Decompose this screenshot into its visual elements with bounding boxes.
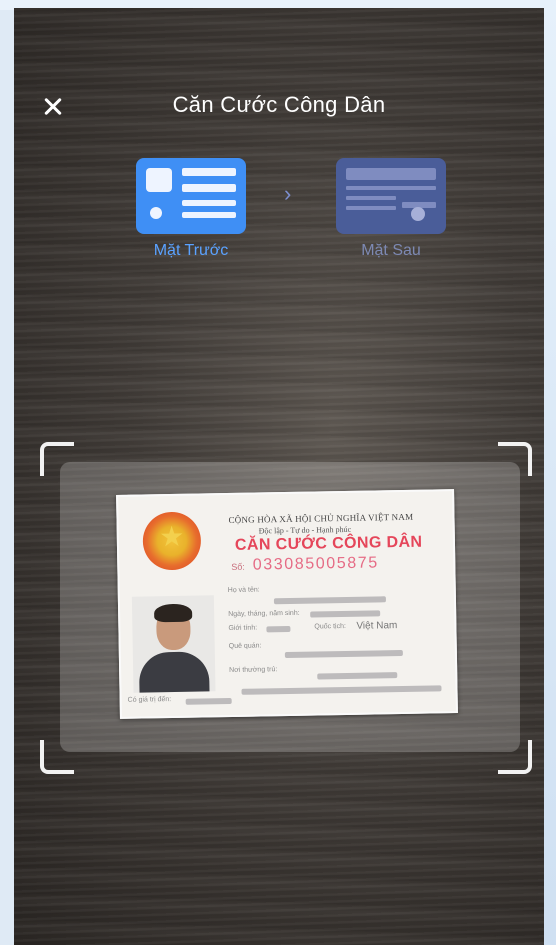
step-front[interactable]: Mặt Trước bbox=[136, 158, 246, 260]
id-card-front-icon bbox=[136, 158, 246, 234]
field-dob-label: Ngày, tháng, năm sinh: bbox=[228, 609, 300, 619]
redacted-sex bbox=[266, 625, 291, 633]
card-header-line1: CỘNG HÒA XÃ HỘI CHỦ NGHĨA VIỆT NAM bbox=[228, 511, 414, 526]
page-title: Căn Cước Công Dân bbox=[172, 92, 386, 117]
scan-corner-top-left bbox=[40, 442, 74, 476]
camera-viewfinder: Căn Cước Công Dân Mặt Trước › Mặt Sau ★ … bbox=[14, 8, 544, 945]
redacted-residence-1 bbox=[317, 672, 398, 680]
step-back-label: Mặt Sau bbox=[361, 242, 421, 259]
scan-corner-bottom-left bbox=[40, 740, 74, 774]
field-sex-label: Giới tính: bbox=[228, 624, 258, 633]
card-number-label: Số: bbox=[231, 561, 245, 572]
redacted-expiry bbox=[185, 697, 232, 705]
card-number-row: Số: 033085005875 bbox=[231, 554, 379, 575]
redacted-dob bbox=[310, 610, 381, 618]
id-card-back-icon bbox=[336, 158, 446, 234]
field-residence-label: Nơi thường trú: bbox=[229, 666, 278, 675]
chevron-right-icon: › bbox=[284, 181, 292, 206]
national-emblem-icon bbox=[142, 511, 202, 571]
top-bar: Căn Cước Công Dân bbox=[14, 78, 544, 134]
id-card-image: CỘNG HÒA XÃ HỘI CHỦ NGHĨA VIỆT NAM Độc l… bbox=[116, 489, 458, 719]
card-header-line2: Độc lập - Tự do - Hạnh phúc bbox=[258, 524, 352, 536]
field-name-label: Họ và tên: bbox=[227, 586, 260, 595]
scan-corner-top-right bbox=[498, 442, 532, 476]
field-expiry-label: Có giá trị đến: bbox=[127, 696, 172, 704]
portrait-photo bbox=[131, 595, 216, 693]
step-front-label: Mặt Trước bbox=[153, 242, 229, 259]
step-back[interactable]: Mặt Sau bbox=[336, 158, 446, 260]
card-title: CĂN CƯỚC CÔNG DÂN bbox=[234, 533, 423, 554]
field-nationality-label: Quốc tịch: bbox=[314, 622, 346, 631]
redacted-residence-2 bbox=[241, 685, 442, 695]
nationality-value: Việt Nam bbox=[356, 620, 398, 632]
redacted-name bbox=[273, 596, 386, 605]
field-hometown-label: Quê quán: bbox=[228, 642, 262, 651]
redacted-hometown bbox=[284, 649, 403, 659]
card-number: 033085005875 bbox=[252, 554, 379, 574]
scan-corner-bottom-right bbox=[498, 740, 532, 774]
